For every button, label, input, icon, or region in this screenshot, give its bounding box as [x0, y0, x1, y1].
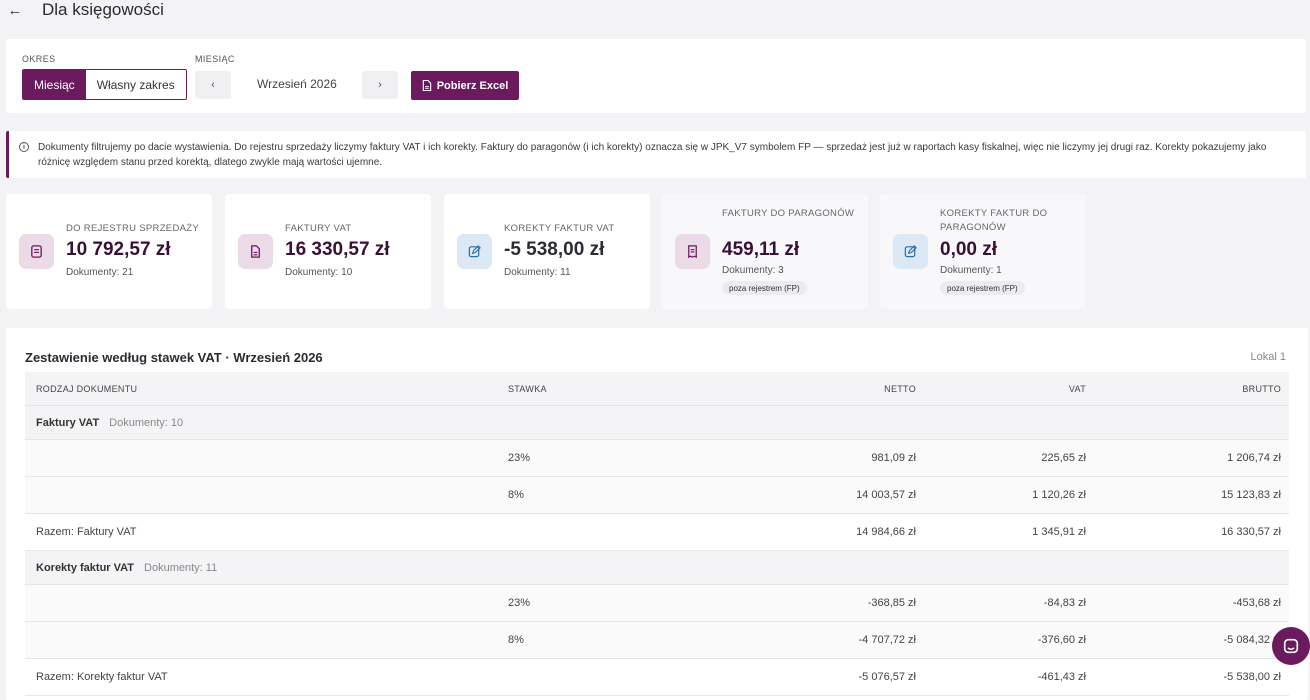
column-header: STAWKA: [508, 383, 547, 394]
summary-card-register: DO REJESTRU SPRZEDAŻY 10 792,57 zł Dokum…: [6, 194, 212, 309]
table-title: Zestawienie według stawek VAT · Wrzesień…: [25, 350, 323, 365]
miesiac-label: MIESIĄC: [195, 54, 235, 64]
group-name: Korekty faktur VAT: [36, 561, 135, 574]
location-label: Lokal 1: [1250, 351, 1286, 363]
card-docs: Dokumenty: 3: [722, 265, 784, 276]
brutto-cell: 16 330,57 zł: [1221, 526, 1281, 538]
card-docs: Dokumenty: 21: [66, 267, 134, 278]
summary-card-receipt-invoices: FAKTURY DO PARAGONÓW 459,11 zł Dokumenty…: [662, 194, 868, 309]
vat-cell: -376,60 zł: [1037, 634, 1086, 646]
netto-cell: -5 076,57 zł: [858, 671, 916, 683]
card-label: FAKTURY VAT: [285, 223, 352, 234]
current-month: Wrzesień 2026: [257, 77, 337, 91]
vat-summary-panel: Zestawienie według stawek VAT · Wrzesień…: [6, 328, 1308, 700]
netto-cell: 981,09 zł: [871, 452, 916, 464]
card-label: FAKTURY DO PARAGONÓW: [722, 208, 855, 219]
netto-cell: -4 707,72 zł: [858, 634, 916, 646]
info-text: Dokumenty filtrujemy po dacie wystawieni…: [38, 142, 1267, 168]
receipt-list-icon: [675, 234, 710, 269]
total-label: Razem: Korekty faktur VAT: [36, 671, 168, 683]
document-icon: [238, 234, 273, 269]
column-header: BRUTTO: [1242, 383, 1281, 394]
table-header-row: RODZAJ DOKUMENTU STAWKA NETTO VAT BRUTTO: [25, 372, 1289, 406]
netto-cell: 14 984,66 zł: [856, 526, 916, 538]
chevron-right-icon: ›: [378, 79, 382, 91]
vat-cell: 1 120,26 zł: [1032, 489, 1086, 501]
total-row: Razem: Korekty faktur VAT -5 076,57 zł -…: [25, 659, 1289, 696]
okres-label: OKRES: [22, 54, 56, 64]
summary-card-vat-corrections: KOREKTY FAKTUR VAT -5 538,00 zł Dokument…: [444, 194, 650, 309]
card-docs: Dokumenty: 1: [940, 265, 1002, 276]
card-label: KOREKTY FAKTUR VAT: [504, 223, 615, 234]
netto-cell: 14 003,57 zł: [856, 489, 916, 501]
netto-cell: -368,85 zł: [867, 597, 916, 609]
fp-badge: poza rejestrem (FP): [722, 281, 807, 295]
page-header: ← Dla księgowości: [0, 0, 1310, 24]
vat-cell: -84,83 zł: [1043, 597, 1086, 609]
arrow-left-icon[interactable]: ←: [6, 0, 24, 20]
group-name: Faktury VAT: [36, 416, 100, 429]
rate-cell: 23%: [508, 452, 531, 464]
card-value: -5 538,00 zł: [504, 239, 605, 260]
rate-cell: 8%: [508, 634, 524, 646]
brutto-cell: -5 538,00 zł: [1223, 671, 1281, 683]
prev-month-button[interactable]: ‹: [195, 71, 231, 99]
vat-table: RODZAJ DOKUMENTU STAWKA NETTO VAT BRUTTO…: [25, 372, 1289, 696]
group-docs: Dokumenty: 11: [144, 561, 218, 574]
brutto-cell: -453,68 zł: [1232, 597, 1281, 609]
rate-cell: 8%: [508, 489, 524, 501]
edit-icon: [893, 234, 928, 269]
group-row: Korekty faktur VAT Dokumenty: 11: [25, 551, 1289, 585]
card-value: 459,11 zł: [722, 239, 800, 260]
column-header: VAT: [1068, 383, 1086, 394]
total-row: Razem: Faktury VAT 14 984,66 zł 1 345,91…: [25, 514, 1289, 551]
rate-cell: 23%: [508, 597, 531, 609]
column-header: RODZAJ DOKUMENTU: [36, 383, 138, 394]
chevron-left-icon: ‹: [211, 79, 215, 91]
card-value: 0,00 zł: [940, 239, 998, 260]
summary-card-receipt-corrections: KOREKTY FAKTUR DO PARAGONÓW 0,00 zł Doku…: [880, 194, 1086, 309]
group-row: Faktury VAT Dokumenty: 10: [25, 406, 1289, 440]
receipt-icon: [19, 234, 54, 269]
segment-month[interactable]: Miesiąc: [23, 70, 86, 99]
card-docs: Dokumenty: 11: [504, 267, 571, 278]
table-row: 8% 14 003,57 zł 1 120,26 zł 15 123,83 zł: [25, 477, 1289, 514]
vat-cell: 1 345,91 zł: [1032, 526, 1086, 538]
table-row: 8% -4 707,72 zł -376,60 zł -5 084,32 zł: [25, 622, 1289, 659]
brutto-cell: 15 123,83 zł: [1221, 489, 1281, 501]
card-value: 16 330,57 zł: [285, 239, 390, 260]
chat-icon: [1283, 638, 1299, 654]
vat-cell: -461,43 zł: [1037, 671, 1086, 683]
vat-cell: 225,65 zł: [1041, 452, 1086, 464]
download-excel-label: Pobierz Excel: [436, 79, 509, 92]
period-segmented-control: Miesiąc Własny zakres: [22, 69, 187, 100]
table-row: 23% 981,09 zł 225,65 zł 1 206,74 zł: [25, 440, 1289, 477]
fp-badge: poza rejestrem (FP): [940, 281, 1025, 295]
card-docs: Dokumenty: 10: [285, 267, 353, 278]
group-docs: Dokumenty: 10: [109, 416, 184, 429]
brutto-cell: 1 206,74 zł: [1227, 452, 1281, 464]
info-icon: i: [19, 142, 29, 152]
chat-launcher-button[interactable]: [1272, 627, 1310, 665]
file-icon: [422, 80, 431, 91]
card-label: KOREKTY FAKTUR DO PARAGONÓW: [940, 208, 1048, 233]
column-header: NETTO: [884, 383, 916, 394]
next-month-button[interactable]: ›: [362, 71, 398, 99]
segment-custom-range[interactable]: Własny zakres: [85, 70, 186, 99]
summary-card-vat-invoices: FAKTURY VAT 16 330,57 zł Dokumenty: 10: [225, 194, 431, 309]
total-label: Razem: Faktury VAT: [36, 526, 137, 538]
edit-icon: [457, 234, 492, 269]
card-label: DO REJESTRU SPRZEDAŻY: [66, 223, 199, 234]
download-excel-button[interactable]: Pobierz Excel: [411, 71, 519, 100]
info-banner: i Dokumenty filtrujemy po dacie wystawie…: [6, 131, 1306, 178]
page-title: Dla księgowości: [42, 0, 164, 19]
filters-panel: OKRES MIESIĄC Miesiąc Własny zakres ‹ Wr…: [6, 39, 1306, 113]
card-value: 10 792,57 zł: [66, 239, 171, 260]
table-row: 23% -368,85 zł -84,83 zł -453,68 zł: [25, 585, 1289, 622]
